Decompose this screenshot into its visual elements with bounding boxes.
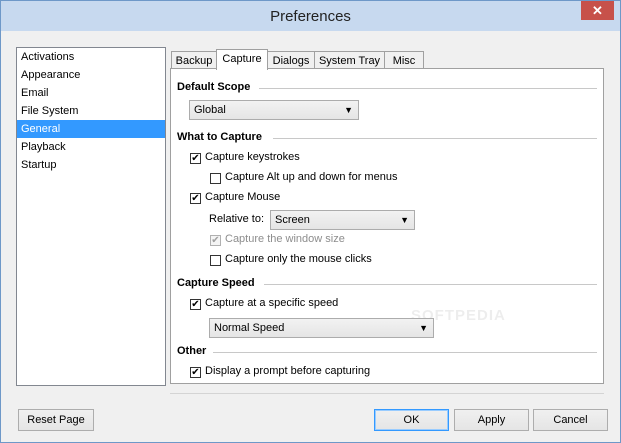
display-prompt-label[interactable]: Display a prompt before capturing [205,365,370,377]
category-list[interactable]: Activations Appearance Email File System… [16,47,166,386]
sidebar-item-activations[interactable]: Activations [17,48,165,66]
capture-speed-heading: Capture Speed [177,277,255,289]
capture-keystrokes-checkbox[interactable]: ✔ [190,153,201,164]
cancel-button[interactable]: Cancel [533,409,608,431]
capture-mouse-clicks-label[interactable]: Capture only the mouse clicks [225,253,372,265]
capture-speed-value: Normal Speed [214,322,285,334]
capture-window-size-checkbox: ✔ [210,235,221,246]
capture-alt-label[interactable]: Capture Alt up and down for menus [225,171,397,183]
what-to-capture-heading: What to Capture [177,131,262,143]
other-heading: Other [177,345,207,357]
sidebar-item-file-system[interactable]: File System [17,102,165,120]
sidebar-item-appearance[interactable]: Appearance [17,66,165,84]
window-title: Preferences [270,8,351,25]
divider [273,138,597,139]
capture-keystrokes-label[interactable]: Capture keystrokes [205,151,300,163]
sidebar-item-playback[interactable]: Playback [17,138,165,156]
chevron-down-icon: ▼ [419,323,428,333]
apply-button[interactable]: Apply [454,409,529,431]
capture-window-size-label: Capture the window size [225,233,345,245]
relative-to-value: Screen [275,214,310,226]
dialog-body: Activations Appearance Email File System… [8,31,613,437]
capture-mouse-checkbox[interactable]: ✔ [190,193,201,204]
sidebar-item-startup[interactable]: Startup [17,156,165,174]
sidebar-item-email[interactable]: Email [17,84,165,102]
default-scope-select[interactable]: Global ▼ [189,100,359,120]
capture-alt-checkbox[interactable] [210,173,221,184]
tab-capture[interactable]: Capture [216,49,268,70]
sidebar-item-general[interactable]: General [17,120,165,138]
tab-misc[interactable]: Misc [384,51,424,69]
reset-page-button[interactable]: Reset Page [18,409,94,431]
close-button[interactable]: ✕ [581,1,614,20]
capture-specific-speed-label[interactable]: Capture at a specific speed [205,297,338,309]
relative-to-label: Relative to: [209,213,265,225]
default-scope-heading: Default Scope [177,81,251,93]
tab-backup[interactable]: Backup [171,51,217,69]
divider [259,88,597,89]
title-bar: Preferences ✕ [1,1,620,31]
display-prompt-checkbox[interactable]: ✔ [190,367,201,378]
capture-mouse-clicks-checkbox[interactable] [210,255,221,266]
tab-dialogs[interactable]: Dialogs [267,51,315,69]
chevron-down-icon: ▼ [344,105,353,115]
ok-button[interactable]: OK [374,409,449,431]
divider [213,352,597,353]
relative-to-select[interactable]: Screen ▼ [270,210,415,230]
preferences-window: Preferences ✕ Activations Appearance Ema… [0,0,621,443]
divider [264,284,597,285]
chevron-down-icon: ▼ [400,215,409,225]
capture-mouse-label[interactable]: Capture Mouse [205,191,280,203]
default-scope-value: Global [194,104,226,116]
tab-system-tray[interactable]: System Tray [314,51,385,69]
capture-panel: SOFTPEDIA Default Scope Global ▼ What to… [170,68,604,384]
capture-speed-select[interactable]: Normal Speed ▼ [209,318,434,338]
divider [170,393,604,394]
capture-specific-speed-checkbox[interactable]: ✔ [190,299,201,310]
